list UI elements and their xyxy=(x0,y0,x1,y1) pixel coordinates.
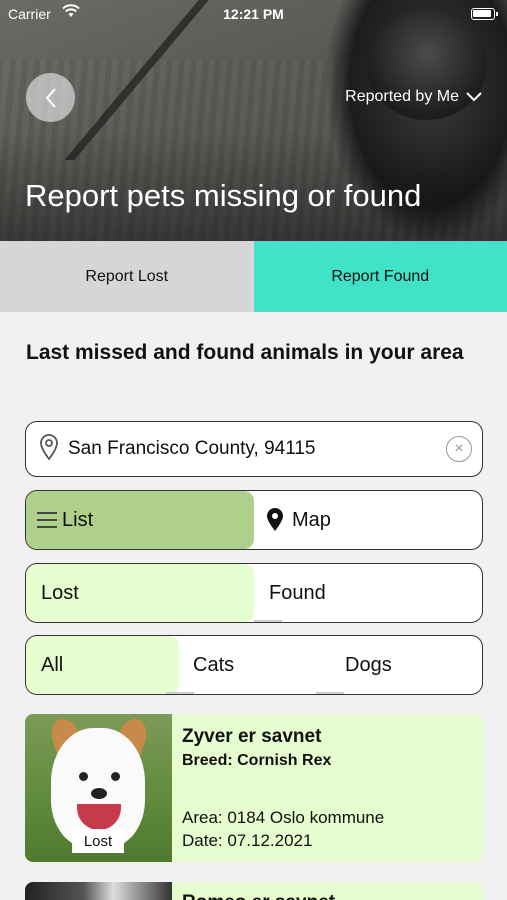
location-search: × xyxy=(25,421,483,477)
pet-name: Romeo er savnet xyxy=(182,892,335,900)
reported-by-me-dropdown[interactable]: Reported by Me xyxy=(345,88,483,106)
pet-card[interactable]: Lost Zyver er savnet Breed: Cornish Rex … xyxy=(25,714,483,862)
chevron-down-icon xyxy=(466,92,482,102)
battery-icon xyxy=(471,8,498,20)
report-found-button[interactable]: Report Found xyxy=(253,241,507,312)
clock: 12:21 PM xyxy=(223,6,284,22)
report-tabs: Report Lost Report Found xyxy=(0,241,507,312)
all-filter-button[interactable]: All xyxy=(26,636,179,694)
status-badge: Lost xyxy=(72,829,124,853)
chevron-left-icon xyxy=(45,87,56,108)
pet-date: Date: 07.12.2021 xyxy=(182,831,313,850)
pet-name: Zyver er savnet xyxy=(182,726,322,747)
map-view-button[interactable]: Map xyxy=(254,491,482,549)
section-title: Last missed and found animals in your ar… xyxy=(26,341,464,364)
segment-divider xyxy=(166,692,194,694)
pet-card[interactable]: Romeo er savnet xyxy=(25,882,483,900)
pet-breed: Breed: Cornish Rex xyxy=(182,752,332,769)
map-view-label: Map xyxy=(292,508,331,531)
view-toggle: List Map xyxy=(25,490,483,550)
status-bar: Carrier 12:21 PM xyxy=(0,4,507,26)
found-filter-button[interactable]: Found xyxy=(254,564,482,622)
location-input[interactable] xyxy=(68,438,428,460)
list-view-button[interactable]: List xyxy=(26,491,254,549)
lost-filter-button[interactable]: Lost xyxy=(26,564,254,622)
animal-type-toggle: All Cats Dogs xyxy=(25,635,483,695)
map-pin-icon xyxy=(267,508,283,531)
dogs-filter-button[interactable]: Dogs xyxy=(331,636,482,694)
pet-area: Area: 0184 Oslo kommune xyxy=(182,808,385,827)
cats-filter-button[interactable]: Cats xyxy=(179,636,331,694)
list-view-label: List xyxy=(62,508,94,531)
back-button[interactable] xyxy=(26,73,75,122)
page-title: Report pets missing or found xyxy=(25,178,422,213)
clear-search-icon[interactable]: × xyxy=(446,436,472,462)
location-pin-icon xyxy=(38,433,60,466)
menu-icon xyxy=(37,512,57,528)
report-lost-button[interactable]: Report Lost xyxy=(0,241,254,312)
segment-divider xyxy=(254,620,282,622)
segment-divider xyxy=(316,692,344,694)
reported-by-me-label: Reported by Me xyxy=(345,88,459,105)
pet-photo xyxy=(25,882,172,900)
status-toggle: Lost Found xyxy=(25,563,483,623)
